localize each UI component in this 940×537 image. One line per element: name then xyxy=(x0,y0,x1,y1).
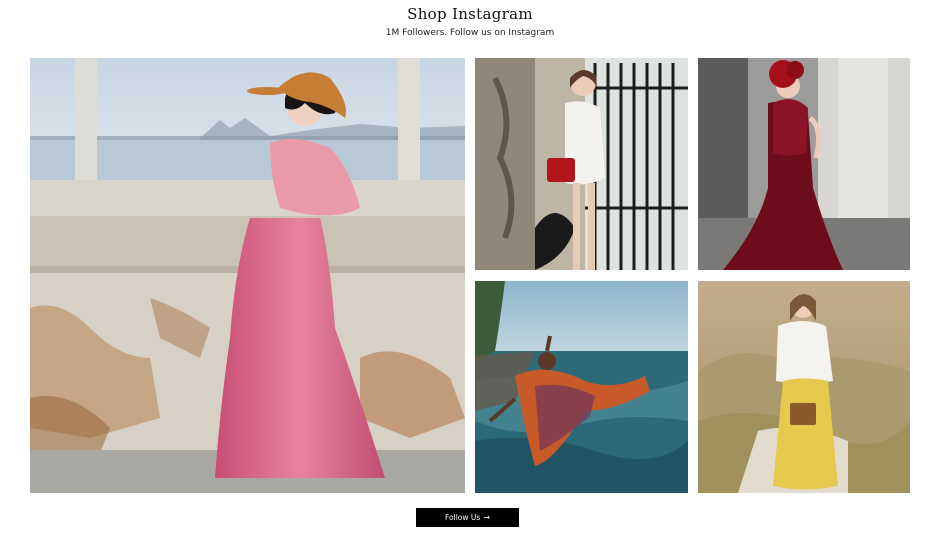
post-image-burgundy-gown xyxy=(698,58,910,270)
post-image-white-outfit xyxy=(475,58,688,270)
arrow-right-icon: → xyxy=(483,512,490,522)
follow-us-button[interactable]: Follow Us → xyxy=(416,508,519,527)
follow-us-label: Follow Us xyxy=(444,513,481,522)
instagram-post-white-outfit[interactable] xyxy=(475,58,688,270)
instagram-post-burgundy-gown[interactable] xyxy=(698,58,910,270)
instagram-post-sea-dress[interactable] xyxy=(475,281,688,493)
instagram-post-pink-dress[interactable] xyxy=(30,58,465,493)
post-image-yellow-skirt xyxy=(698,281,910,493)
post-image-pink-dress xyxy=(30,58,465,493)
instagram-post-yellow-skirt[interactable] xyxy=(698,281,910,493)
section-subtitle: 1M Followers. Follow us on Instagram xyxy=(385,28,555,38)
post-image-sea-dress xyxy=(475,281,688,493)
section-title: Shop Instagram xyxy=(407,5,533,23)
